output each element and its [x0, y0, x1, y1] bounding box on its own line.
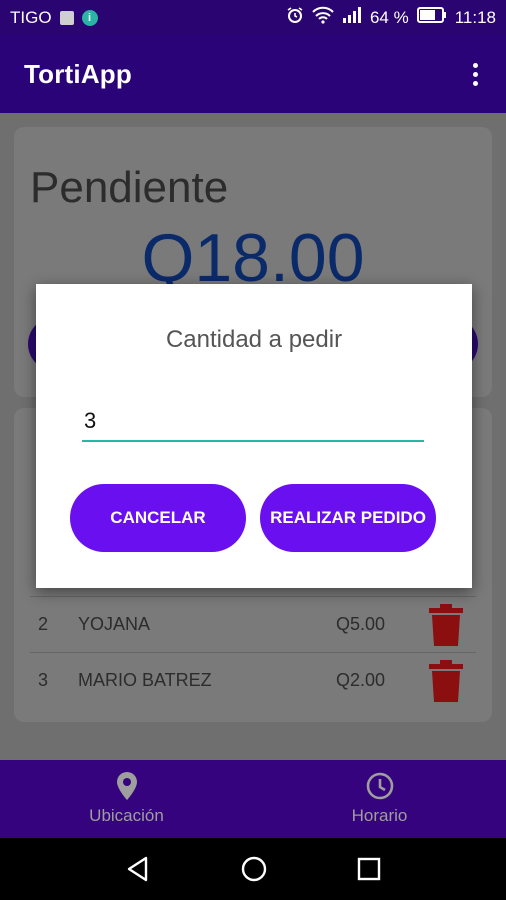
- row-name: YOJANA: [78, 614, 151, 634]
- row-name: MARIO BATREZ: [78, 670, 212, 690]
- row-number: 2: [38, 614, 49, 634]
- status-bar: TIGO i 64 % 11:18: [0, 0, 506, 35]
- home-icon[interactable]: [241, 856, 267, 882]
- clock: 11:18: [454, 7, 496, 27]
- location-pin-icon: [116, 772, 138, 800]
- sim-icon: [59, 10, 74, 25]
- nav-item-location[interactable]: Ubicación: [0, 760, 253, 838]
- battery-percent: 64 %: [369, 7, 409, 27]
- clock-icon: [366, 772, 394, 800]
- cancel-button[interactable]: CANCELAR: [70, 484, 246, 552]
- pending-label: Pendiente: [30, 163, 229, 212]
- overflow-menu-icon[interactable]: [469, 59, 482, 90]
- table-row: 3 MARIO BATREZ Q2.00: [30, 652, 476, 708]
- trash-icon[interactable]: [416, 603, 476, 646]
- signal-icon: [342, 7, 362, 28]
- table-row: 2 YOJANA Q5.00: [30, 596, 476, 652]
- bottom-navigation: Ubicación Horario: [0, 760, 506, 838]
- trash-icon[interactable]: [416, 659, 476, 702]
- app-title: TortiApp: [24, 58, 132, 89]
- dialog-title: Cantidad a pedir: [165, 326, 343, 353]
- battery-icon: [416, 7, 447, 28]
- place-order-button[interactable]: REALIZAR PEDIDO: [260, 484, 436, 552]
- app-bar: TortiApp: [0, 35, 506, 113]
- nav-label-schedule: Horario: [351, 806, 408, 825]
- nav-label-location: Ubicación: [89, 806, 164, 825]
- row-number: 3: [38, 670, 49, 690]
- quantity-dialog: Cantidad a pedir CANCELAR REALIZAR PEDID…: [36, 284, 472, 588]
- back-icon[interactable]: [125, 856, 151, 882]
- wifi-icon: [312, 6, 334, 29]
- quantity-input[interactable]: [82, 402, 424, 442]
- alarm-icon: [286, 6, 304, 29]
- system-navigation-bar: [0, 838, 506, 900]
- recents-icon[interactable]: [357, 857, 381, 881]
- row-amount: Q5.00: [336, 614, 386, 634]
- notification-icon: i: [81, 9, 98, 26]
- row-amount: Q2.00: [336, 670, 386, 690]
- nav-item-schedule[interactable]: Horario: [253, 760, 506, 838]
- carrier-label: TIGO: [10, 7, 52, 27]
